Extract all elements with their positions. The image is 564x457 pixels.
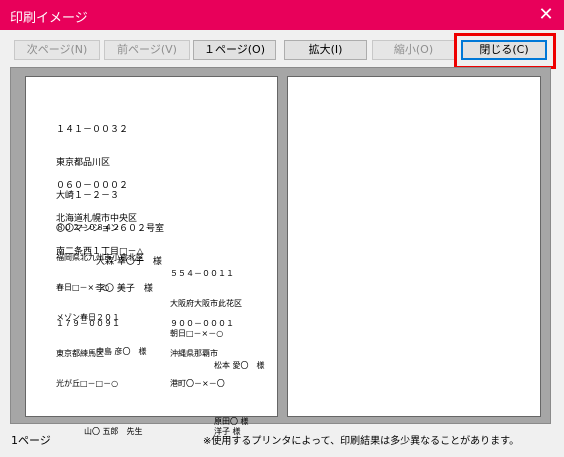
label-line: 春日□－×－○ — [56, 283, 110, 292]
zoom-in-button[interactable]: 拡大(I) — [284, 40, 367, 60]
label-name: 山〇 五郎 先生 — [84, 427, 143, 436]
label-line: 光が丘□－□－○ — [56, 379, 119, 388]
preview-area[interactable]: １４１－００３２ 東京都品川区 大崎１－２－３ 〇〇マンション６０２号室 大森 … — [10, 67, 551, 436]
label-zip: １７９－００９１ — [56, 319, 120, 328]
close-button-highlight — [454, 33, 556, 69]
label-zip: ５５４－００１１ — [170, 269, 234, 278]
label-line: 沖縄県那覇市 — [170, 349, 218, 358]
label-zip: ８０２－０８４２ — [56, 223, 120, 232]
window-title: 印刷イメージ — [10, 11, 88, 26]
one-page-button[interactable]: １ページ(O) — [193, 40, 276, 60]
label-line: 港町〇－×－〇 — [170, 379, 225, 388]
preview-page-1: １４１－００３２ 東京都品川区 大崎１－２－３ 〇〇マンション６０２号室 大森 … — [25, 76, 278, 436]
label-zip: １４１－００３２ — [56, 125, 129, 135]
preview-page-2 — [287, 76, 541, 417]
prev-page-button[interactable]: 前ページ(V) — [104, 40, 190, 60]
title-bar: 印刷イメージ ✕ — [0, 0, 564, 30]
label-9: １７９－００９１ 東京都練馬区 光が丘□－□－○ 山〇 五郎 先生 — [56, 299, 143, 457]
label-line: 福岡県北九州市小倉北区 — [56, 253, 144, 262]
zoom-out-button[interactable]: 縮小(O) — [372, 40, 455, 60]
label-zip: ９００－０００１ — [170, 319, 234, 328]
next-page-button[interactable]: 次ページ(N) — [14, 40, 100, 60]
printer-note: ※使用するプリンタによって、印刷結果は多少異なることがあります。 — [203, 436, 520, 447]
label-zip: ０６０－０００２ — [56, 181, 129, 191]
close-icon[interactable]: ✕ — [528, 0, 564, 30]
page-indicator: 1ページ — [11, 434, 51, 447]
label-line: 東京都練馬区 — [56, 349, 104, 358]
